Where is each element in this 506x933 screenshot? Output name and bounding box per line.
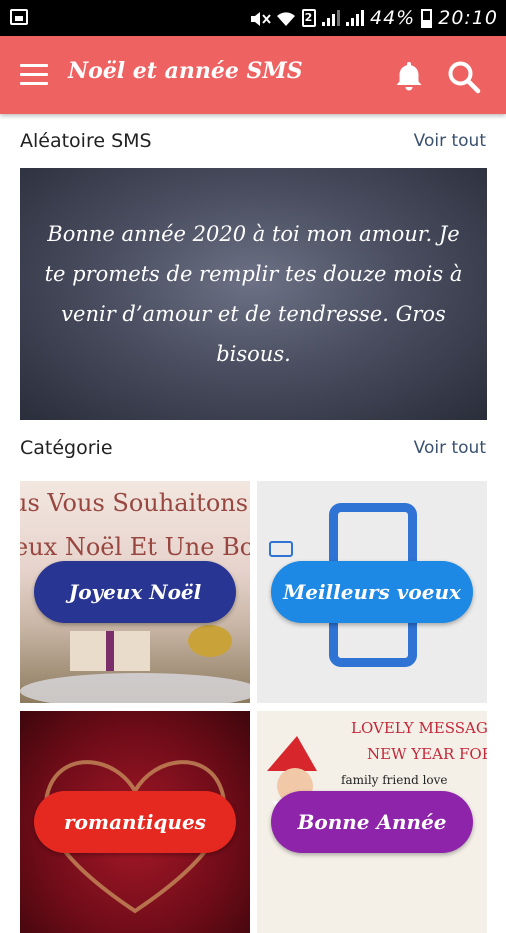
tile-image-text: eux Noël Et Une Bo: [20, 533, 250, 561]
category-see-all-link[interactable]: Voir tout: [414, 438, 486, 458]
category-label-meilleurs-voeux: Meilleurs voeux: [271, 561, 473, 623]
app-title: Noël et année SMS: [68, 58, 303, 84]
category-label-bonne-annee: Bonne Année: [271, 791, 473, 853]
tile-image-text: LOVELY MESSAGE: [351, 719, 487, 737]
category-tile-meilleurs-voeux[interactable]: Meilleurs voeux: [257, 481, 487, 703]
clock: 20:10: [438, 7, 498, 29]
signal-icon-2: [346, 10, 364, 26]
search-icon[interactable]: [447, 60, 481, 94]
tile-image-text: family friend love: [341, 773, 448, 787]
random-sms-heading: Aléatoire SMS: [20, 130, 152, 152]
random-see-all-link[interactable]: Voir tout: [414, 131, 486, 151]
wifi-icon: [276, 10, 296, 26]
mute-icon: [250, 10, 271, 26]
status-bar: 2 44% 20:10: [0, 0, 506, 36]
random-sms-text: Bonne année 2020 à toi mon amour. Je te …: [44, 222, 463, 366]
chat-bubble-icon: [269, 541, 293, 557]
bell-icon[interactable]: [394, 60, 424, 92]
random-sms-card[interactable]: Bonne année 2020 à toi mon amour. Je te …: [20, 168, 487, 420]
battery-percent: 44%: [370, 7, 416, 29]
battery-icon: [421, 8, 433, 28]
category-tile-joyeux-noel[interactable]: us Vous Souhaitons eux Noël Et Une Bo Jo…: [20, 481, 250, 703]
category-label-joyeux-noel: Joyeux Noël: [34, 561, 236, 623]
tile-image-text: us Vous Souhaitons: [20, 489, 249, 517]
gallery-notification-icon: [10, 9, 28, 25]
category-heading: Catégorie: [20, 437, 113, 459]
status-icons: 2 44% 20:10: [250, 6, 498, 30]
menu-icon[interactable]: [20, 64, 48, 86]
category-label-romantiques: romantiques: [34, 791, 236, 853]
sim-2-icon: 2: [302, 9, 316, 27]
gift-decoration-icon: [20, 625, 250, 703]
app-bar: Noël et année SMS: [0, 36, 506, 114]
tile-image-text: NEW YEAR FOR :: [367, 745, 487, 763]
signal-icon-1: [322, 10, 340, 26]
